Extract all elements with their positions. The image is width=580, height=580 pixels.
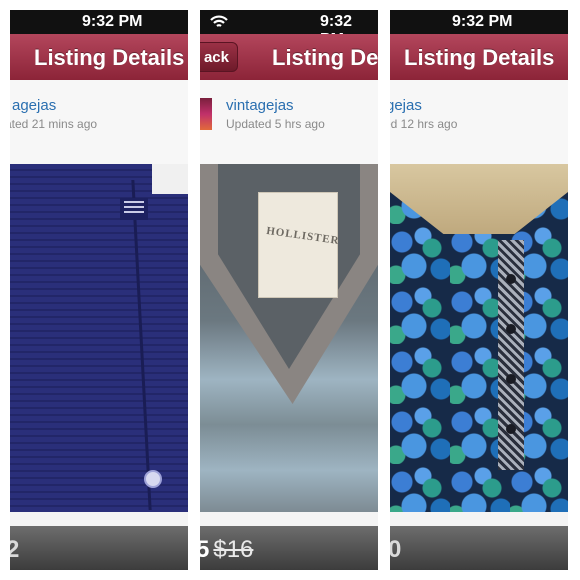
current-price: 5 — [200, 536, 210, 563]
nav-title: Listing De — [272, 45, 378, 70]
nav-title: Listing Details — [404, 45, 555, 70]
avatar[interactable] — [200, 98, 212, 130]
wifi-icon — [210, 15, 228, 27]
price-bar: 5 $16 — [200, 526, 378, 570]
price-bar: 0 — [390, 526, 568, 570]
price: 5 $16 — [200, 536, 253, 564]
status-time: 9:32 PM — [82, 13, 143, 30]
updated-time: Updated 5 hrs ago — [226, 117, 325, 131]
nav-bar: ack Listing De — [200, 34, 378, 81]
seller-name[interactable]: vintagejas — [226, 97, 294, 114]
status-bar: 9:32 PM — [390, 10, 568, 34]
status-time: 9:32 PM — [452, 13, 513, 30]
back-button[interactable]: ack — [200, 42, 238, 72]
price: 2 — [10, 536, 20, 563]
seller-name[interactable]: agejas — [12, 97, 56, 114]
status-bar: 9:32 PM — [10, 10, 188, 34]
original-price: $16 — [213, 536, 254, 563]
seller-info[interactable]: gejas ed 12 hrs ago — [390, 80, 568, 164]
nav-bar: Listing Details — [10, 34, 188, 81]
updated-time: ed 12 hrs ago — [390, 117, 458, 131]
listing-photo[interactable]: HOLLISTER — [200, 164, 378, 512]
listing-panel-1: 9:32 PM Listing Details agejas ated 21 m… — [10, 10, 188, 570]
listing-panel-2: 9:32 PM ack Listing De vintagejas Update… — [200, 10, 378, 570]
nav-title: Listing Details — [34, 45, 185, 70]
price: 0 — [390, 536, 402, 563]
seller-info[interactable]: agejas ated 21 mins ago — [10, 80, 188, 164]
updated-time: ated 21 mins ago — [10, 117, 98, 131]
seller-info[interactable]: vintagejas Updated 5 hrs ago — [200, 80, 378, 164]
nav-bar: Listing Details — [390, 34, 568, 81]
listing-panel-3: 9:32 PM Listing Details gejas ed 12 hrs … — [390, 10, 568, 570]
back-button-label: ack — [203, 49, 229, 66]
price-bar: 2 — [10, 526, 188, 570]
listing-photo[interactable] — [10, 164, 188, 512]
listing-photo[interactable] — [390, 164, 568, 512]
status-bar: 9:32 PM — [200, 10, 378, 48]
seller-name[interactable]: gejas — [390, 97, 422, 114]
